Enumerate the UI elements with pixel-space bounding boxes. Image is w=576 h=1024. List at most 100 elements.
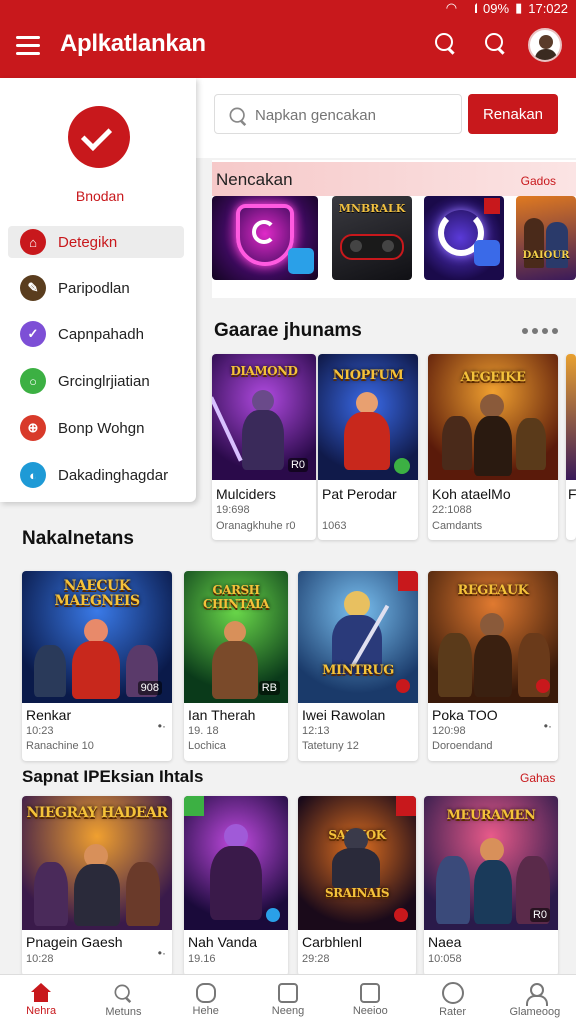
person-icon (524, 982, 548, 1006)
more-options-icon[interactable]: •· (158, 719, 166, 733)
game-name: Pat Perodar (322, 486, 397, 502)
avatar[interactable] (528, 28, 562, 62)
section-title: Gaarae jhunams (214, 320, 362, 341)
section-more-link[interactable]: Gahas (520, 771, 555, 785)
navigation-drawer: Bnodan ⌂ Detegikn ✎ Paripodlan ✓ Capnpah… (0, 78, 196, 502)
game-meta: 120:98 (432, 725, 466, 737)
info-icon (441, 981, 464, 1004)
game-card[interactable]: REGEAUK Poka TOO 120:98 Doroendand •· (428, 571, 558, 761)
game-meta: 19. 18 (188, 725, 219, 737)
game-card[interactable]: DIAMOND R0 Mulciders 19:698 Oranagkhuhe … (212, 354, 316, 540)
game-card[interactable]: NIEGRAY HADEAR Pnagein Gaesh 10:28 •· (22, 796, 172, 976)
game-name: Carbhlenl (302, 934, 362, 950)
app-bar: ◠ 09% ▮ 17:022 Aplkatlankan (0, 0, 576, 78)
game-artwork: MINTRUG (298, 571, 418, 703)
menu-icon[interactable] (16, 36, 40, 56)
search-input[interactable] (255, 103, 455, 127)
game-logo-text: GARSH CHINTAIA (203, 583, 269, 611)
nav-neeioo[interactable]: Neeioo (329, 975, 411, 1024)
tag-icon: ⌂ (20, 229, 46, 255)
status-bar: ◠ 09% ▮ 17:022 (446, 0, 568, 16)
game-meta: 10:23 (26, 725, 54, 737)
drawer-item-label: Paripodlan (58, 279, 130, 297)
game-name: Koh ataelMo (432, 486, 511, 502)
more-options-icon[interactable]: •· (544, 719, 552, 733)
featured-more-link[interactable]: Gados (521, 174, 556, 188)
game-meta: Camdants (432, 520, 483, 532)
featured-tile[interactable] (212, 196, 318, 280)
game-card[interactable]: AEGEIKE Koh ataelMo 22:1088 Camdants (428, 354, 558, 540)
game-meta: 10:058 (428, 953, 462, 965)
game-card[interactable]: MEURAMEN R0 Naea 10:058 (424, 796, 558, 976)
nav-metuns[interactable]: Metuns (82, 975, 164, 1024)
game-badge: RB (258, 681, 280, 695)
game-artwork (566, 354, 576, 480)
nav-glameoog[interactable]: Glameoog (494, 975, 576, 1024)
drawer-item-detegikn[interactable]: ⌂ Detegikn (8, 226, 184, 258)
game-name: F (568, 486, 576, 502)
featured-tile[interactable]: DAIOUR (516, 196, 576, 280)
search-icon (229, 107, 248, 126)
game-artwork: NIOPFUM (318, 354, 418, 480)
battery-level: 09% (483, 0, 510, 16)
drawer-item-bonp-wohgn[interactable]: ⊕ Bonp Wohgn (8, 412, 184, 444)
search-area: Renakan (196, 78, 576, 158)
check-icon: ✓ (20, 321, 46, 347)
game-card[interactable]: SAHKOK SRAINAIS Carbhlenl 29:28 (298, 796, 416, 976)
game-meta: Lochica (188, 740, 226, 752)
search-icon[interactable] (434, 32, 462, 60)
game-meta: 19:698 (216, 504, 250, 516)
game-logo-text: AEGEIKE (460, 370, 526, 385)
game-artwork: SAHKOK SRAINAIS (298, 796, 416, 930)
game-artwork: NIEGRAY HADEAR (22, 796, 172, 930)
drawer-item-label: Grcinglrjiatian (58, 372, 150, 390)
featured-tile[interactable] (424, 196, 504, 280)
game-badge: R0 (287, 458, 308, 472)
game-card[interactable]: NAECUK MAEGNEIS 908 Renkar 10:23 Ranachi… (22, 571, 172, 761)
search-icon[interactable] (484, 32, 512, 60)
home-icon (30, 982, 52, 1003)
brand-name: Bnodan (75, 188, 125, 204)
drawer-item-paripodlan[interactable]: ✎ Paripodlan (8, 272, 184, 304)
drawer-item-dakadinghagdar[interactable]: ◐ Dakadinghagdar (8, 459, 184, 491)
nav-hehe[interactable]: Hehe (165, 975, 247, 1024)
game-name: Ian Therah (188, 707, 256, 723)
section-title: Sapnat IPEksian Ihtals (22, 767, 204, 786)
game-card[interactable]: GARSH CHINTAIA RB Ian Therah 19. 18 Loch… (184, 571, 288, 761)
nav-rater[interactable]: Rater (411, 975, 493, 1024)
drawer-item-grcinglrjiatian[interactable]: ○ Grcinglrjiatian (8, 365, 184, 397)
featured-header: Nencakan Gados (212, 162, 576, 196)
section-title: Nakalnetans (22, 528, 134, 549)
more-options-icon[interactable] (522, 328, 558, 334)
featured-strip: Nencakan Gados MNBRALK DAIOUR (212, 160, 576, 298)
nav-label: Neeng (271, 1004, 305, 1017)
more-options-icon[interactable]: •· (158, 946, 166, 960)
game-logo-text: NAECUK MAEGNEIS (54, 578, 140, 609)
game-badge: 908 (137, 681, 162, 695)
drawer-item-label: Dakadinghagdar (58, 466, 169, 484)
nav-label: Rater (439, 1005, 466, 1018)
search-button[interactable]: Renakan (468, 94, 558, 134)
nav-home[interactable]: Nehra (0, 975, 82, 1024)
nav-label: Hehe (192, 1004, 219, 1017)
game-card[interactable]: MINTRUG Iwei Rawolan 12:13 Tatetuny 12 (298, 571, 418, 761)
drawer-item-label: Bonp Wohgn (58, 419, 145, 437)
game-card[interactable]: F (566, 354, 576, 540)
game-meta: 22:1088 (432, 504, 472, 516)
drawer-item-capnpahadh[interactable]: ✓ Capnpahadh (8, 318, 184, 350)
game-name: Mulciders (216, 486, 276, 502)
featured-tile[interactable]: MNBRALK (332, 196, 412, 280)
nav-neeng[interactable]: Neeng (247, 975, 329, 1024)
nav-label: Glameoog (509, 1005, 561, 1018)
game-name: Pnagein Gaesh (26, 934, 123, 950)
box-icon (360, 982, 381, 1003)
nav-label: Nehra (26, 1004, 57, 1017)
clock: 17:022 (528, 0, 568, 16)
game-meta: Oranagkhuhe r0 (216, 520, 296, 532)
globe-icon: ⊕ (20, 415, 46, 441)
game-logo-text: MINTRUG (322, 663, 394, 678)
game-meta: Doroendand (432, 740, 493, 752)
game-card[interactable]: NIOPFUM Pat Perodar 1063 (318, 354, 418, 540)
game-logo-text: MEURAMEN (446, 808, 536, 823)
game-card[interactable]: Nah Vanda 19.16 (184, 796, 288, 976)
